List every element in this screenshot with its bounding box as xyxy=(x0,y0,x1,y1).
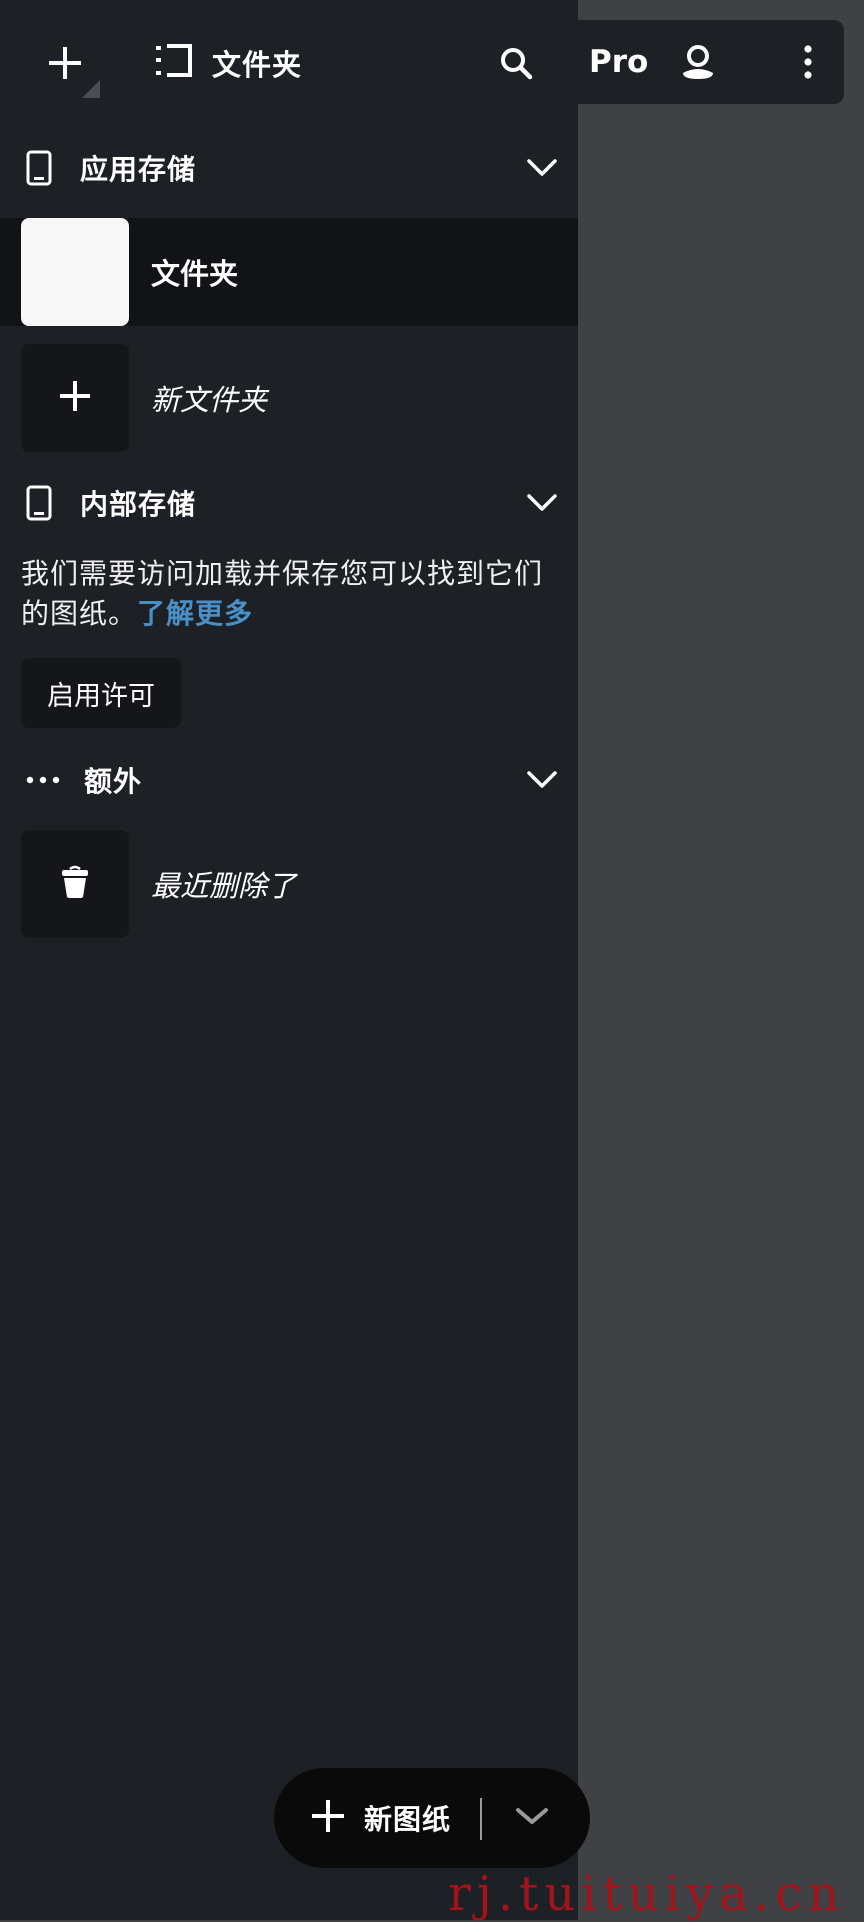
folder-drawer: 文件夹 应用存储 文件夹 新文件夹 内部存储 我们需要访问加载并保存您可以找到它… xyxy=(0,0,578,1920)
permission-message: 我们需要访问加载并保存您可以找到它们的图纸。了解更多 xyxy=(21,554,561,634)
enable-permission-button[interactable]: 启用许可 xyxy=(21,658,181,728)
recently-deleted-label: 最近删除了 xyxy=(151,869,297,903)
new-drawing-button[interactable]: 新图纸 xyxy=(310,1768,451,1868)
chevron-down-icon[interactable] xyxy=(526,493,558,513)
section-label: 应用存储 xyxy=(80,153,197,186)
chevron-down-icon xyxy=(515,1806,549,1830)
add-button[interactable] xyxy=(30,28,100,98)
section-label: 内部存储 xyxy=(80,488,197,521)
fab-divider xyxy=(480,1798,482,1840)
page-title: 文件夹 xyxy=(212,48,303,82)
watermark-text: rj.tuituiya.cn xyxy=(448,1866,845,1922)
new-folder-label: 新文件夹 xyxy=(151,383,268,417)
add-menu-corner xyxy=(82,80,100,98)
plus-icon xyxy=(310,1798,346,1838)
section-internal-storage[interactable]: 内部存储 xyxy=(0,471,578,535)
recently-deleted-tile xyxy=(21,830,129,938)
new-drawing-fab: 新图纸 xyxy=(274,1768,590,1868)
folder-row-selected[interactable]: 文件夹 xyxy=(0,218,578,326)
chevron-down-icon[interactable] xyxy=(526,158,558,178)
section-label: 额外 xyxy=(84,765,143,798)
pro-button[interactable]: Pro xyxy=(589,20,648,104)
account-button[interactable] xyxy=(668,32,728,92)
more-vertical-icon xyxy=(803,45,813,79)
new-folder-row[interactable]: 新文件夹 xyxy=(0,344,578,452)
new-drawing-options-button[interactable] xyxy=(496,1768,568,1868)
phone-icon xyxy=(26,150,52,186)
search-icon xyxy=(499,46,533,80)
section-extra[interactable]: 额外 xyxy=(0,748,578,812)
phone-icon xyxy=(26,485,52,521)
plus-icon xyxy=(57,378,93,418)
section-app-storage[interactable]: 应用存储 xyxy=(0,136,578,200)
folder-thumbnail xyxy=(21,218,129,326)
search-button[interactable] xyxy=(484,28,548,98)
learn-more-link[interactable]: 了解更多 xyxy=(137,597,253,630)
top-toolbar: Pro xyxy=(578,20,844,104)
permission-text: 我们需要访问加载并保存您可以找到它们的图纸。 xyxy=(21,557,544,630)
new-folder-tile xyxy=(21,344,129,452)
more-horizontal-icon xyxy=(26,775,60,785)
folder-view-icon xyxy=(154,43,194,83)
more-options-button[interactable] xyxy=(778,32,838,92)
plus-icon xyxy=(46,44,84,82)
folder-title[interactable]: 文件夹 xyxy=(154,34,302,92)
trash-icon xyxy=(60,865,90,903)
new-drawing-label: 新图纸 xyxy=(364,1803,452,1836)
recently-deleted-row[interactable]: 最近删除了 xyxy=(0,830,578,938)
folder-name: 文件夹 xyxy=(151,257,239,291)
account-icon xyxy=(680,43,716,81)
chevron-down-icon[interactable] xyxy=(526,770,558,790)
